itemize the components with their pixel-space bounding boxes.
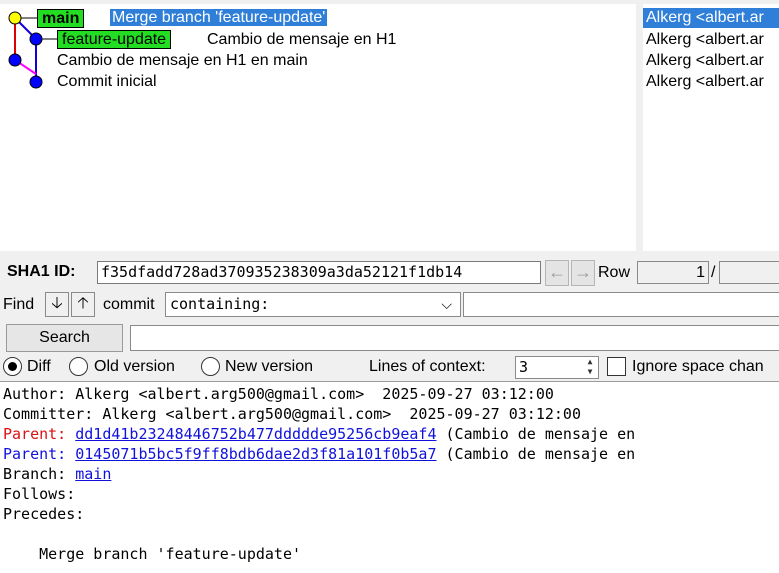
- find-down-icon[interactable]: 🡣: [45, 292, 69, 317]
- ignore-space-label: Ignore space chan: [632, 358, 764, 375]
- branch-tag-feature-update[interactable]: feature-update: [57, 30, 172, 49]
- find-type-select[interactable]: containing: ⌵: [165, 292, 461, 317]
- commit-node-main: [8, 53, 22, 67]
- new-version-label: New version: [225, 358, 314, 375]
- commit-row-initial[interactable]: Commit inicial: [57, 72, 157, 92]
- forward-arrow-icon[interactable]: →: [571, 260, 595, 286]
- old-version-label: Old version: [94, 358, 175, 375]
- parent-label: Parent:: [3, 445, 76, 463]
- parent-link[interactable]: dd1d41b23248446752b477ddddde95256cb9eaf4: [75, 425, 436, 443]
- parent-description: (Cambio de mensaje en: [436, 425, 636, 443]
- author-row[interactable]: Alkerg <albert.ar: [646, 51, 764, 71]
- commit-row-feature[interactable]: Cambio de mensaje en H1: [207, 30, 396, 50]
- row-total: [719, 261, 779, 284]
- context-value: 3: [519, 358, 529, 376]
- parent-description: (Cambio de mensaje en: [436, 445, 636, 463]
- find-label: Find: [3, 296, 35, 313]
- branch-label: Branch:: [3, 465, 76, 483]
- row-current: 1: [637, 261, 709, 284]
- sha-input[interactable]: f35dfadd728ad370935238309a3da52121f1db14: [97, 261, 541, 284]
- commit-graph-pane[interactable]: main Merge branch 'feature-update' featu…: [0, 4, 636, 251]
- branch-tag-main[interactable]: main: [37, 9, 85, 28]
- ignore-space-checkbox[interactable]: [607, 357, 626, 376]
- search-input[interactable]: [130, 325, 779, 351]
- branch-link[interactable]: main: [75, 465, 111, 483]
- parent-line-1: Parent: dd1d41b23248446752b477ddddde9525…: [3, 424, 635, 444]
- commit-row-merge[interactable]: Merge branch 'feature-update': [110, 8, 328, 28]
- commit-node-initial: [29, 75, 43, 89]
- author-row[interactable]: Alkerg <albert.ar: [646, 30, 764, 50]
- back-arrow-icon[interactable]: ←: [545, 260, 569, 286]
- diff-label: Diff: [27, 358, 51, 375]
- commit-node-feature: [29, 32, 43, 46]
- follows-line: Follows:: [3, 485, 76, 503]
- commit-details-pane[interactable]: Author: Alkerg <albert.arg500@gmail.com>…: [0, 381, 779, 573]
- commit-message-body: Merge branch 'feature-update': [3, 545, 302, 563]
- find-up-icon[interactable]: 🡡: [71, 292, 95, 317]
- commit-label: commit: [103, 296, 155, 313]
- commit-node-head: [8, 11, 22, 25]
- row-label: Row: [598, 264, 631, 281]
- new-version-radio[interactable]: [201, 357, 220, 376]
- find-type-value: containing:: [170, 295, 270, 313]
- author-line: Author: Alkerg <albert.arg500@gmail.com>…: [3, 385, 554, 403]
- parent-label: Parent:: [3, 425, 76, 443]
- commit-message: Merge branch 'feature-update': [110, 9, 328, 26]
- commit-row-main[interactable]: Cambio de mensaje en H1 en main: [57, 51, 308, 71]
- search-button[interactable]: Search: [6, 324, 123, 352]
- spinner-arrows-icon[interactable]: ▲ ▼: [582, 357, 598, 378]
- committer-line: Committer: Alkerg <albert.arg500@gmail.c…: [3, 405, 581, 423]
- parent-line-2: Parent: 0145071b5bc5f9ff8bdb6dae2d3f81a1…: [3, 444, 635, 464]
- diff-radio[interactable]: [3, 357, 22, 376]
- find-input[interactable]: [463, 292, 779, 317]
- sha-label: SHA1 ID:: [7, 263, 76, 280]
- author-row[interactable]: Alkerg <albert.ar: [643, 8, 779, 28]
- context-spinbox[interactable]: 3 ▲ ▼: [515, 356, 599, 379]
- parent-link[interactable]: 0145071b5bc5f9ff8bdb6dae2d3f81a101f0b5a7: [75, 445, 436, 463]
- author-pane[interactable]: Alkerg <albert.ar Alkerg <albert.ar Alke…: [643, 4, 779, 251]
- row-separator: /: [711, 264, 716, 281]
- precedes-line: Precedes:: [3, 505, 85, 523]
- context-label: Lines of context:: [369, 358, 486, 375]
- old-version-radio[interactable]: [69, 357, 88, 376]
- branch-line: Branch: main: [3, 464, 111, 484]
- author-row[interactable]: Alkerg <albert.ar: [646, 72, 764, 92]
- chevron-down-icon: ⌵: [441, 296, 452, 312]
